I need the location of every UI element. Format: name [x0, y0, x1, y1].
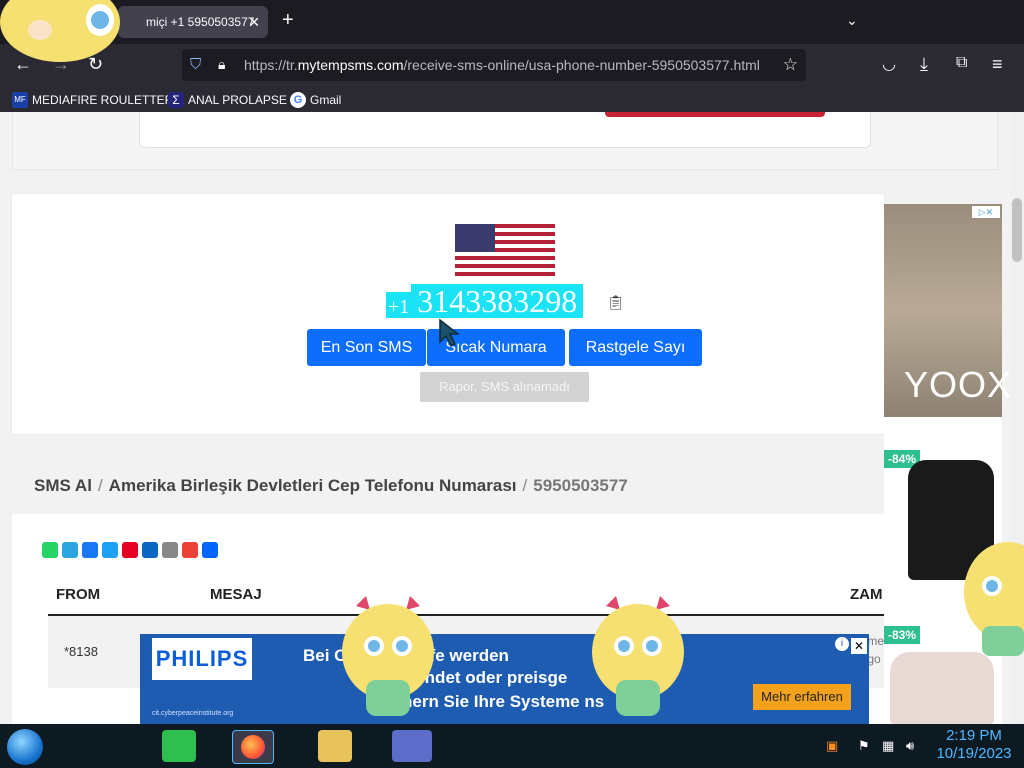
more-info-button[interactable]: Mehr erfahren: [753, 684, 851, 710]
download-icon[interactable]: ⤓: [920, 54, 928, 75]
tray-app-icon[interactable]: ▣: [826, 738, 838, 754]
file-explorer-icon[interactable]: [318, 730, 352, 762]
row-time: me go: [867, 634, 884, 666]
breadcrumb-separator: /: [522, 476, 528, 495]
mediafire-icon: MF: [12, 92, 28, 108]
twitter-icon[interactable]: [102, 542, 118, 558]
row-from: *8138: [64, 644, 98, 659]
navigation-toolbar: ← → ↻ ⛉ 🔒︎ https://tr.mytempsms.com/rece…: [0, 44, 1024, 86]
volume-icon[interactable]: 🔊︎: [906, 738, 914, 754]
facebook-icon[interactable]: [82, 542, 98, 558]
bookmark-label: MEDIAFIRE ROULETTER: [32, 93, 174, 107]
header-message: MESAJ: [210, 586, 262, 603]
breadcrumb-category[interactable]: Amerika Birleşik Devletleri Cep Telefonu…: [109, 476, 517, 495]
page-content: +1 3143383298 📋︎ En Son SMS Sıcak Numara…: [0, 112, 1010, 724]
shield-icon[interactable]: ⛉: [190, 56, 201, 73]
gmail-icon[interactable]: [182, 542, 198, 558]
red-button[interactable]: [605, 112, 825, 117]
info-icon[interactable]: i: [835, 637, 849, 651]
header-from: FROM: [56, 586, 101, 603]
menu-icon[interactable]: ≡: [992, 54, 1003, 75]
start-button[interactable]: [7, 729, 43, 765]
extensions-icon[interactable]: ⧉: [956, 54, 967, 72]
tab-bar: miçi +1 5950503577 ✕ + ⌄: [0, 0, 1024, 44]
sigma-icon: Σ: [168, 92, 184, 108]
clipboard-icon[interactable]: 📋︎: [607, 294, 625, 310]
breadcrumb-home[interactable]: SMS Al: [34, 476, 92, 495]
telegram-icon[interactable]: [62, 542, 78, 558]
linkedin-icon[interactable]: [142, 542, 158, 558]
network-icon[interactable]: ▦: [882, 738, 894, 754]
clock[interactable]: 2:19 PM 10/19/2023: [932, 727, 1016, 763]
cartoon-sticker-right: [964, 542, 1024, 656]
address-bar[interactable]: ⛉ 🔒︎ https://tr.mytempsms.com/receive-sm…: [182, 49, 806, 81]
phone-number[interactable]: +1 3143383298: [386, 284, 584, 318]
bookmark-gmail[interactable]: G Gmail: [290, 92, 341, 108]
spotify-icon[interactable]: [162, 730, 196, 762]
firefox-logo: [241, 735, 265, 759]
top-card-inner: [139, 112, 871, 148]
bookmarks-bar: MF MEDIAFIRE ROULETTER Σ ANAL PROLAPSE G…: [0, 86, 1024, 112]
bookmark-anal-prolapse[interactable]: Σ ANAL PROLAPSE: [168, 92, 287, 108]
pocket-icon[interactable]: ◡: [882, 54, 896, 74]
share-buttons: [42, 542, 218, 558]
phone-digits: 3143383298: [411, 284, 584, 318]
star-icon[interactable]: ☆: [783, 55, 798, 75]
usa-flag-icon: [455, 224, 555, 276]
breadcrumb-current: 5950503577: [533, 476, 628, 495]
scrollbar-thumb[interactable]: [1012, 198, 1022, 262]
breadcrumb-separator: /: [97, 476, 103, 495]
product-jacket-pink[interactable]: [890, 652, 994, 724]
email-icon[interactable]: [162, 542, 178, 558]
breadcrumb: SMS Al / Amerika Birleşik Devletleri Cep T…: [34, 476, 628, 496]
report-button[interactable]: Rapor, SMS alınamadı: [420, 372, 589, 402]
url-text: https://tr.mytempsms.com/receive-sms-onl…: [244, 57, 760, 73]
tab-title: miçi +1 5950503577: [146, 15, 255, 29]
latest-sms-button[interactable]: En Son SMS: [307, 329, 426, 366]
random-number-button[interactable]: Rastgele Sayı: [569, 329, 702, 366]
yoox-ad-image[interactable]: ▷✕ YOOX: [884, 204, 1011, 417]
bottom-ad-banner[interactable]: PHILIPS Bei Cyberangriffe werden wendet …: [140, 634, 869, 724]
new-tab-icon[interactable]: +: [282, 10, 294, 30]
chevron-down-icon[interactable]: ⌄: [846, 12, 858, 29]
bookmark-mediafire[interactable]: MF MEDIAFIRE ROULETTER: [12, 92, 173, 108]
cartoon-sticker-topleft: [0, 0, 120, 62]
cursor-icon: [439, 318, 461, 348]
firefox-icon[interactable]: [232, 730, 274, 764]
yoox-logo: YOOX: [904, 364, 1013, 405]
close-tab-icon[interactable]: ✕: [248, 14, 260, 31]
clock-time: 2:19 PM: [946, 727, 1002, 744]
taskbar: ▣ ⚑ ▦ 🔊︎ 2:19 PM 10/19/2023: [0, 724, 1024, 768]
ad-choices-icon[interactable]: ▷✕: [972, 206, 1000, 218]
phone-number-card: +1 3143383298 📋︎ En Son SMS Sıcak Numara…: [12, 194, 884, 434]
philips-logo: PHILIPS: [152, 638, 252, 680]
pinterest-icon[interactable]: [122, 542, 138, 558]
share-plus-icon[interactable]: [202, 542, 218, 558]
header-time: ZAM: [850, 586, 883, 603]
cartoon-sticker-bottom2: [592, 596, 684, 716]
flag-icon[interactable]: ⚑: [858, 738, 870, 754]
country-code: +1: [386, 292, 412, 318]
close-ad-icon[interactable]: ✕: [851, 638, 867, 654]
google-icon: G: [290, 92, 306, 108]
app-window-icon[interactable]: [392, 730, 432, 762]
whatsapp-icon[interactable]: [42, 542, 58, 558]
ad-source: cit.cyberpeaceinstitute.org: [152, 710, 234, 717]
top-card: [12, 112, 998, 170]
lock-icon[interactable]: 🔒︎: [218, 56, 225, 73]
bookmark-label: ANAL PROLAPSE: [188, 93, 287, 107]
clock-date: 10/19/2023: [936, 745, 1012, 762]
discount-badge: -83%: [884, 626, 921, 644]
cartoon-sticker-bottom1: [342, 596, 434, 716]
bookmark-label: Gmail: [310, 93, 342, 107]
